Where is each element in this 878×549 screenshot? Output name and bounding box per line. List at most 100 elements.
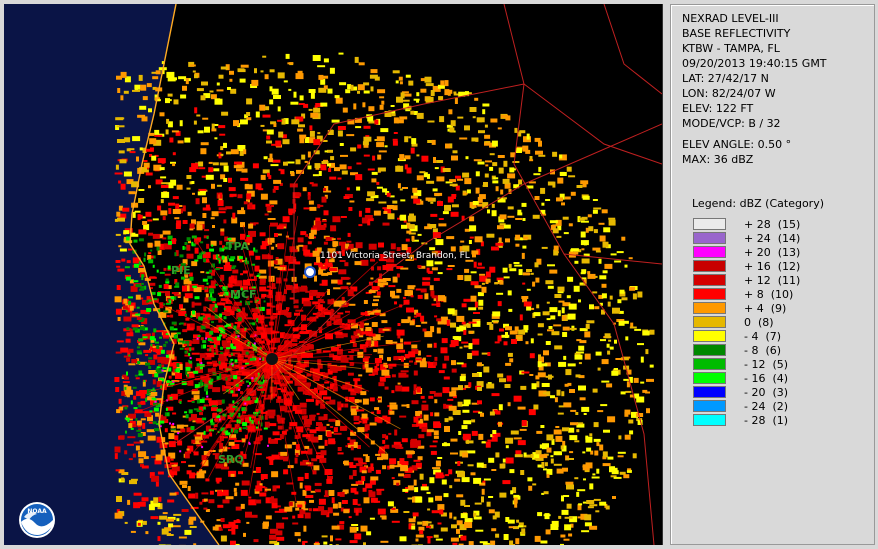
radar-cell xyxy=(521,371,530,374)
radar-cell xyxy=(405,238,410,242)
radar-cell xyxy=(117,217,125,222)
radar-cell xyxy=(365,327,372,331)
radar-cell xyxy=(123,90,129,94)
radar-cell xyxy=(138,198,145,203)
radar-cell-clutter xyxy=(185,414,189,419)
legend-row: - 20 (3) xyxy=(693,385,874,399)
radar-cell xyxy=(154,129,160,135)
radar-cell xyxy=(408,136,412,139)
radar-cell xyxy=(267,411,276,416)
radar-cell xyxy=(340,154,348,157)
radar-cell xyxy=(354,56,359,63)
radar-cell xyxy=(592,199,598,201)
radar-cell xyxy=(237,68,245,72)
radar-cell xyxy=(163,284,169,289)
radar-cell xyxy=(231,524,239,529)
radar-cell xyxy=(335,544,339,545)
radar-cell-clutter xyxy=(242,427,248,430)
radar-cell xyxy=(361,413,368,419)
radar-cell xyxy=(362,141,369,146)
radar-cell xyxy=(127,248,133,251)
radar-cell-high xyxy=(206,395,209,398)
radar-cell xyxy=(495,533,500,538)
radar-cell xyxy=(203,398,212,401)
radar-cell xyxy=(135,391,141,397)
radar-cell xyxy=(168,202,176,206)
radar-cell xyxy=(568,303,577,310)
radar-cell xyxy=(226,151,231,155)
radar-cell xyxy=(283,278,288,282)
radar-cell-clutter xyxy=(188,409,193,414)
radar-cell xyxy=(486,501,491,507)
radar-cell xyxy=(463,420,472,425)
radar-cell xyxy=(150,516,159,520)
radar-cell xyxy=(544,513,550,520)
radar-cell xyxy=(141,116,148,122)
radar-cell-clutter xyxy=(170,428,176,431)
radar-cell xyxy=(398,372,407,378)
radar-cell xyxy=(433,430,439,436)
radar-cell xyxy=(135,445,140,451)
radar-cell xyxy=(626,469,632,473)
radar-cell xyxy=(497,301,502,307)
radar-cell-clutter xyxy=(150,249,153,252)
radar-cell xyxy=(569,435,578,441)
radar-cell xyxy=(344,262,349,267)
radar-cell xyxy=(227,340,231,343)
radar-cell xyxy=(617,299,622,304)
radar-cell xyxy=(368,243,377,250)
radar-cell xyxy=(437,522,442,525)
radar-cell xyxy=(368,106,375,112)
radar-cell xyxy=(420,486,429,491)
radar-cell xyxy=(154,240,161,247)
radar-cell xyxy=(189,223,195,229)
radar-cell xyxy=(391,113,396,117)
radar-cell xyxy=(292,515,296,519)
radar-cell xyxy=(434,167,439,170)
radar-cell xyxy=(240,503,245,509)
radar-cell-clutter xyxy=(230,358,234,361)
radar-cell xyxy=(608,219,616,226)
radar-cell-clutter xyxy=(209,330,214,335)
radar-cell xyxy=(537,464,542,468)
radar-cell-clutter xyxy=(136,429,142,432)
radar-cell xyxy=(562,326,570,331)
radar-cell-clutter xyxy=(156,246,160,251)
radar-cell xyxy=(413,416,419,423)
radar-cell xyxy=(464,518,473,523)
radar-cell xyxy=(640,356,644,363)
radar-cell xyxy=(408,224,415,230)
radar-cell xyxy=(508,526,514,529)
radar-cell xyxy=(434,261,443,265)
radar-cell xyxy=(406,230,412,234)
radar-cell xyxy=(581,248,585,251)
radar-cell xyxy=(199,353,206,359)
radar-cell xyxy=(428,395,434,399)
radar-cell xyxy=(175,373,182,379)
radar-cell xyxy=(348,462,354,466)
radar-cell-clutter xyxy=(238,412,241,417)
radar-cell-clutter xyxy=(135,313,141,316)
radar-cell xyxy=(179,480,188,485)
radar-cell-clutter xyxy=(245,351,249,355)
radar-cell xyxy=(410,295,414,298)
radar-cell xyxy=(345,89,351,94)
radar-cell-clutter xyxy=(231,346,237,350)
radar-cell xyxy=(303,418,312,425)
radar-cell xyxy=(339,82,347,86)
radar-cell xyxy=(503,276,510,279)
radar-map[interactable]: TPA PIE MCF SRQ 1101 Victoria Street, Br… xyxy=(4,4,663,545)
radar-cell xyxy=(376,186,383,189)
radar-cell xyxy=(230,284,235,287)
radar-cell xyxy=(285,53,290,59)
radar-cell xyxy=(485,278,491,283)
radar-cell xyxy=(306,427,310,431)
radar-cell-high xyxy=(200,362,203,365)
radar-cell-high xyxy=(179,450,182,453)
radar-cell xyxy=(424,331,433,338)
radar-cell xyxy=(499,378,506,383)
radar-cell xyxy=(140,400,146,405)
radar-cell xyxy=(554,345,563,350)
radar-cell xyxy=(316,422,322,426)
radar-cell xyxy=(594,306,600,310)
